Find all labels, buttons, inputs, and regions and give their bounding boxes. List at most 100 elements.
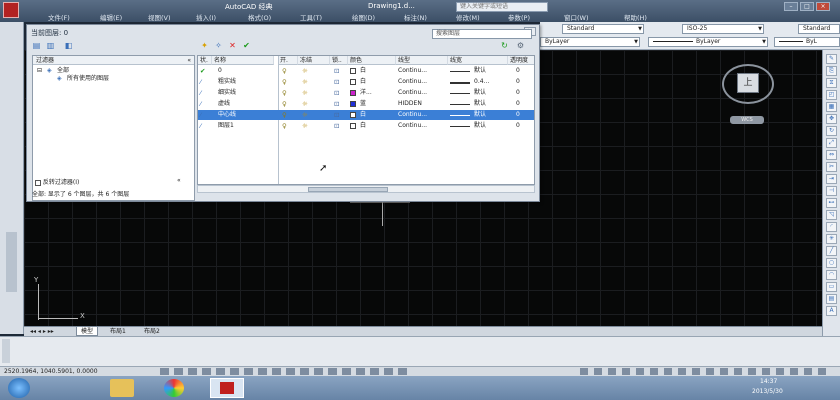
- menu-draw[interactable]: 绘图(D): [352, 12, 375, 22]
- layer-transparency[interactable]: 0: [516, 121, 520, 131]
- copy-icon[interactable]: ⎘: [826, 66, 837, 76]
- col-freeze[interactable]: 冻结: [298, 56, 330, 65]
- layer-linetype[interactable]: Continu...: [398, 66, 427, 76]
- col-lineweight[interactable]: 线宽: [448, 56, 508, 65]
- layer-transparency[interactable]: 0: [516, 110, 520, 120]
- explode-icon[interactable]: ✳: [826, 234, 837, 244]
- menu-insert[interactable]: 插入(I): [196, 12, 216, 22]
- help-search-input[interactable]: 键入关键字或短语: [456, 2, 548, 12]
- col-linetype[interactable]: 线型: [396, 56, 448, 65]
- tree-toggle-icon[interactable]: ⊟: [37, 67, 42, 75]
- layer-thaw-sun-icon[interactable]: ☼: [302, 99, 308, 109]
- text-style-select[interactable]: Standard ▼: [562, 24, 644, 34]
- command-line[interactable]: [0, 336, 840, 366]
- hatch-icon[interactable]: ▤: [826, 294, 837, 304]
- layer-row[interactable]: ⁄ 虚线 ♀ ☼ ⊡ 蓝 HIDDEN 默认 0: [198, 99, 534, 109]
- layer-lineweight[interactable]: 默认: [474, 66, 486, 76]
- col-lock[interactable]: 锁..: [330, 56, 348, 65]
- layer-transparency[interactable]: 0: [516, 99, 520, 109]
- menu-help[interactable]: 帮助(H): [624, 12, 647, 22]
- layer-color-swatch[interactable]: [350, 90, 356, 96]
- command-line-handle[interactable]: [2, 339, 10, 363]
- new-filter-icon[interactable]: ▤: [31, 41, 42, 50]
- tree-item-used-layers[interactable]: 所有使用的图层: [67, 75, 109, 83]
- layer-row[interactable]: ✔ 0 ♀ ☼ ⊡ 白 Continu... 默认 0: [198, 66, 534, 76]
- extend-icon[interactable]: ⇥: [826, 174, 837, 184]
- trim-icon[interactable]: ✂: [826, 162, 837, 172]
- layer-name[interactable]: 粗实线: [218, 77, 236, 87]
- layer-row[interactable]: ⁄ 中心线 ♀ ☼ ⊡ 白 Continu... 默认 0: [198, 110, 534, 120]
- viewcube-face-top[interactable]: 上: [737, 73, 759, 93]
- layer-unlock-icon[interactable]: ⊡: [334, 66, 339, 76]
- chamfer-icon[interactable]: ◹: [826, 210, 837, 220]
- layer-linetype[interactable]: Continu...: [398, 77, 427, 87]
- layer-on-bulb-icon[interactable]: ♀: [282, 88, 287, 98]
- menu-window[interactable]: 窗口(W): [564, 12, 589, 22]
- layer-linetype[interactable]: Continu...: [398, 121, 427, 131]
- layer-on-bulb-icon[interactable]: ♀: [282, 66, 287, 76]
- layer-name[interactable]: 虚线: [218, 99, 230, 109]
- rotate-icon[interactable]: ↻: [826, 126, 837, 136]
- mirror-icon[interactable]: ⧖: [826, 78, 837, 88]
- file-explorer-icon[interactable]: [110, 379, 134, 397]
- menu-format[interactable]: 格式(O): [248, 12, 271, 22]
- layer-on-bulb-icon[interactable]: ♀: [282, 77, 287, 87]
- layer-lineweight[interactable]: 默认: [474, 110, 486, 120]
- rectangle-icon[interactable]: ▭: [826, 282, 837, 292]
- invert-filter-checkbox[interactable]: 反转过滤器(I): [35, 177, 79, 186]
- layer-search-input[interactable]: 搜索图层: [432, 29, 532, 39]
- col-color[interactable]: 颜色: [348, 56, 396, 65]
- layer-name[interactable]: 0: [218, 66, 222, 76]
- close-button[interactable]: ×: [816, 2, 830, 11]
- tab-model[interactable]: 模型: [76, 327, 99, 336]
- wcs-menu-button[interactable]: WCS: [730, 116, 764, 124]
- layer-linetype[interactable]: HIDDEN: [398, 99, 422, 109]
- join-icon[interactable]: ⊷: [826, 198, 837, 208]
- layer-on-bulb-icon[interactable]: ♀: [282, 99, 287, 109]
- status-tray-icons[interactable]: [580, 368, 830, 375]
- layer-transparency[interactable]: 0: [516, 66, 520, 76]
- layer-list-scrollbar[interactable]: [197, 185, 535, 193]
- layer-on-bulb-icon[interactable]: ♀: [282, 121, 287, 131]
- delete-layer-icon[interactable]: ✕: [227, 41, 238, 50]
- menu-tools[interactable]: 工具(T): [300, 12, 322, 22]
- layer-unlock-icon[interactable]: ⊡: [334, 99, 339, 109]
- stretch-icon[interactable]: ⇔: [826, 150, 837, 160]
- move-icon[interactable]: ✥: [826, 114, 837, 124]
- layer-lineweight[interactable]: 0.4...: [474, 77, 489, 87]
- arc-icon[interactable]: ◠: [826, 270, 837, 280]
- settings-icon[interactable]: ⚙: [515, 41, 526, 50]
- layer-row[interactable]: ⁄ 细实线 ♀ ☼ ⊡ 洋... Continu... 默认 0: [198, 88, 534, 98]
- layer-name[interactable]: 细实线: [218, 88, 236, 98]
- color-select[interactable]: ByLayer ▼: [540, 37, 640, 47]
- vertical-palette-tab[interactable]: [6, 232, 17, 292]
- layer-color-name[interactable]: 白: [360, 77, 366, 87]
- linetype-select[interactable]: ByLayer ▼: [648, 37, 768, 47]
- layer-color-swatch[interactable]: [350, 68, 356, 74]
- layer-unlock-icon[interactable]: ⊡: [334, 110, 339, 120]
- layer-row[interactable]: ⁄ 图层1 ♀ ☼ ⊡ 白 Continu... 默认 0: [198, 121, 534, 131]
- lineweight-select[interactable]: ByL: [774, 37, 840, 47]
- layer-color-name[interactable]: 白: [360, 66, 366, 76]
- layer-color-swatch[interactable]: [350, 112, 356, 118]
- layer-name[interactable]: 图层1: [218, 121, 234, 131]
- drafting-toggle-buttons[interactable]: [160, 368, 410, 375]
- layer-color-name[interactable]: 白: [360, 110, 366, 120]
- text-icon[interactable]: A: [826, 306, 837, 316]
- layer-transparency[interactable]: 0: [516, 77, 520, 87]
- tab-layout2[interactable]: 布局2: [140, 327, 164, 336]
- menu-modify[interactable]: 修改(M): [456, 12, 480, 22]
- layer-color-name[interactable]: 白: [360, 121, 366, 131]
- checkbox-box[interactable]: [35, 179, 41, 186]
- layer-thaw-sun-icon[interactable]: ☼: [302, 88, 308, 98]
- menu-parametric[interactable]: 参数(P): [508, 12, 530, 22]
- maximize-button[interactable]: □: [800, 2, 814, 11]
- col-name[interactable]: 名称: [212, 56, 274, 65]
- layer-unlock-icon[interactable]: ⊡: [334, 121, 339, 131]
- minimize-button[interactable]: –: [784, 2, 798, 11]
- menu-edit[interactable]: 编辑(E): [100, 12, 122, 22]
- start-button-icon[interactable]: [8, 378, 30, 398]
- dim-style-select[interactable]: ISO-25 ▼: [682, 24, 764, 34]
- col-status[interactable]: 状.: [198, 56, 212, 65]
- circle-icon[interactable]: ○: [826, 258, 837, 268]
